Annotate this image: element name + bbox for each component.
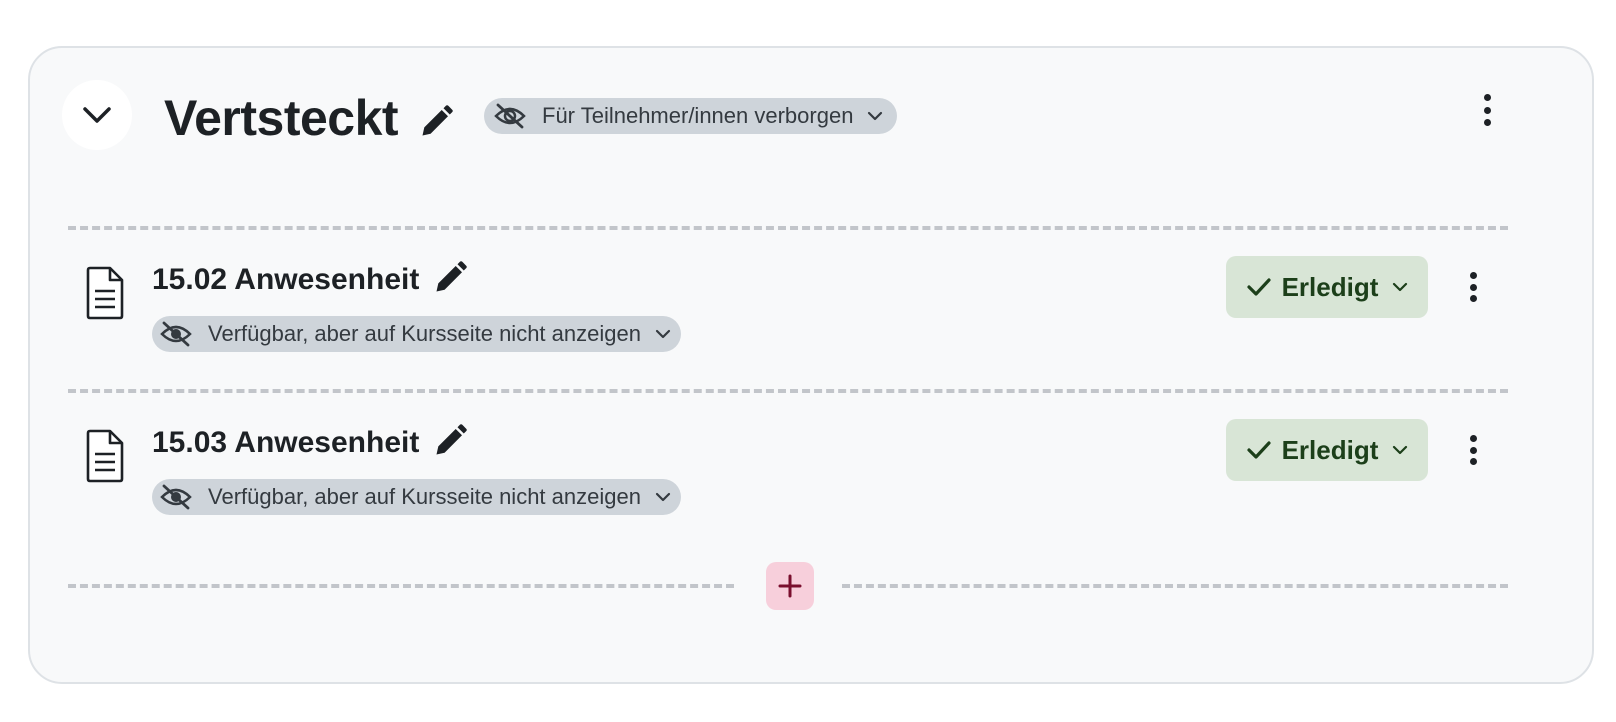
completion-button[interactable]: Erledigt: [1226, 419, 1428, 481]
chevron-down-icon: [1393, 445, 1408, 455]
activity-item: 15.03 Anwesenheit Verfügbar, aber auf Ku…: [30, 407, 1592, 527]
menu-dot: [1469, 283, 1477, 291]
divider: [68, 389, 1508, 393]
section-menu-button[interactable]: [1472, 90, 1502, 130]
section-visibility-label: Für Teilnehmer/innen verborgen: [542, 103, 854, 128]
chevron-down-icon: [1393, 282, 1408, 292]
page-icon: [86, 266, 124, 320]
divider: [68, 226, 1508, 230]
menu-dot: [1483, 119, 1491, 126]
pencil-icon[interactable]: [432, 260, 468, 296]
menu-dot: [1483, 94, 1491, 101]
menu-dot: [1469, 295, 1477, 302]
activity-item: 15.02 Anwesenheit Verfügbar, aber auf Ku…: [30, 244, 1592, 364]
check-icon: [1246, 441, 1271, 459]
pencil-icon[interactable]: [432, 423, 468, 459]
activity-title[interactable]: 15.03 Anwesenheit: [152, 425, 419, 461]
completion-label: Erledigt: [1281, 434, 1379, 465]
activity-visibility-badge[interactable]: Verfügbar, aber auf Kursseite nicht anze…: [152, 316, 681, 352]
activity-menu-button[interactable]: [1458, 433, 1488, 467]
menu-dot: [1469, 435, 1477, 442]
pencil-icon[interactable]: [418, 104, 454, 140]
activity-title[interactable]: 15.02 Anwesenheit: [152, 262, 419, 298]
activity-visibility-label: Verfügbar, aber auf Kursseite nicht anze…: [208, 321, 641, 346]
chevron-down-icon: [83, 107, 111, 123]
activity-menu-button[interactable]: [1458, 270, 1488, 304]
add-activity-button[interactable]: [766, 562, 814, 610]
completion-label: Erledigt: [1281, 271, 1379, 302]
section-visibility-badge[interactable]: Für Teilnehmer/innen verborgen: [484, 98, 898, 134]
collapse-section-button[interactable]: [62, 80, 132, 150]
completion-button[interactable]: Erledigt: [1226, 256, 1428, 318]
plus-icon: [778, 574, 802, 598]
chevron-down-icon: [655, 329, 671, 339]
section-title: Vertsteckt: [164, 90, 399, 146]
eye-slash-icon: [160, 321, 192, 347]
menu-dot: [1469, 446, 1477, 454]
menu-dot: [1483, 106, 1491, 114]
activity-visibility-badge[interactable]: Verfügbar, aber auf Kursseite nicht anze…: [152, 479, 681, 515]
eye-slash-icon: [160, 484, 192, 510]
divider: [68, 584, 734, 588]
check-icon: [1246, 278, 1271, 296]
menu-dot: [1469, 458, 1477, 465]
chevron-down-icon: [868, 111, 883, 121]
chevron-down-icon: [655, 492, 671, 502]
eye-slash-icon: [494, 103, 526, 129]
divider: [842, 584, 1508, 588]
course-section: Vertsteckt Für Teilnehmer/innen verborge…: [28, 46, 1594, 684]
activity-visibility-label: Verfügbar, aber auf Kursseite nicht anze…: [208, 484, 641, 509]
menu-dot: [1469, 272, 1477, 279]
page-icon: [86, 429, 124, 483]
